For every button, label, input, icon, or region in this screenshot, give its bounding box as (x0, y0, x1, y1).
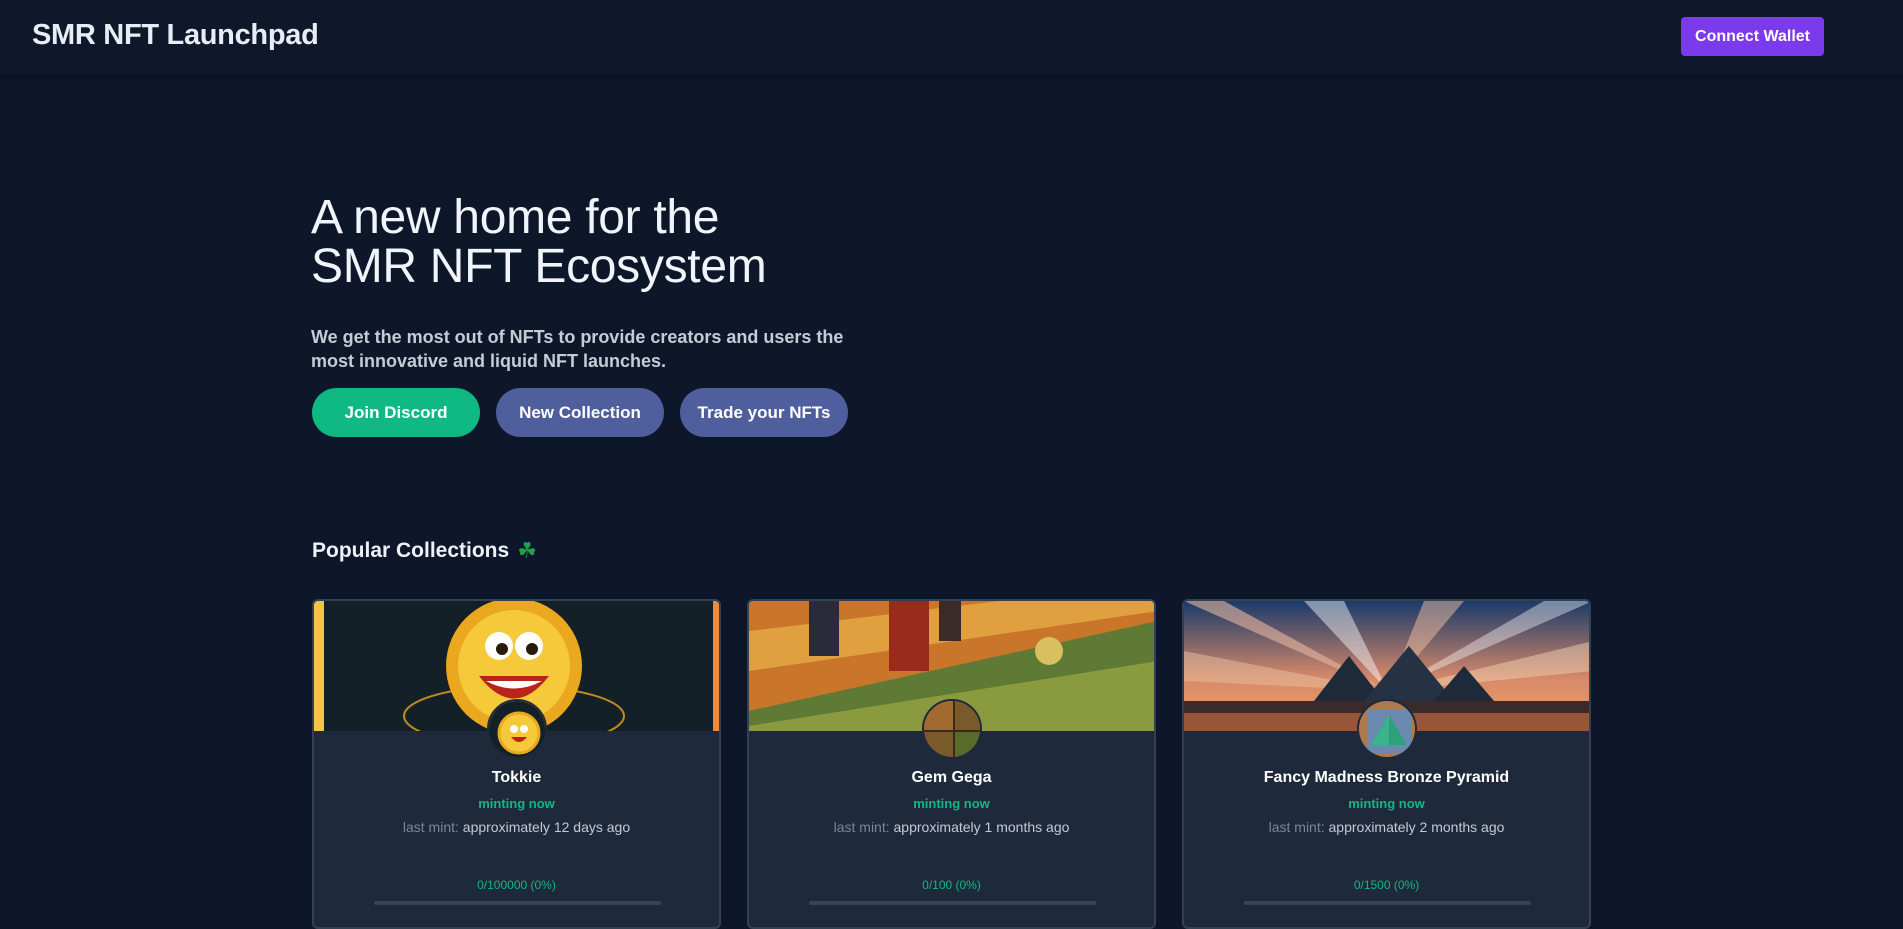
collection-avatar (921, 699, 982, 759)
trade-nfts-button[interactable]: Trade your NFTs (680, 388, 848, 437)
last-mint: last mint: approximately 2 months ago (1184, 819, 1589, 835)
last-mint-label: last mint: (1268, 819, 1325, 835)
last-mint-value: approximately 12 days ago (462, 819, 631, 835)
mint-progress-text: 0/100 (0%) (922, 878, 981, 892)
collection-name: Gem Gega (911, 769, 992, 786)
last-mint: last mint: approximately 1 months ago (749, 819, 1154, 835)
last-mint-label: last mint: (402, 819, 459, 835)
collection-name: Tokkie (491, 769, 542, 786)
last-mint-label: last mint: (833, 819, 890, 835)
collection-card-gem-gega[interactable]: Gem Gega minting now last mint: approxim… (747, 599, 1156, 929)
minting-status: minting now (1348, 796, 1425, 811)
popular-collections-heading: Popular Collections ☘ (312, 538, 537, 564)
collection-avatar (486, 699, 547, 759)
hero-title: A new home for the SMR NFT Ecosystem (311, 193, 871, 291)
last-mint: last mint: approximately 12 days ago (314, 819, 719, 835)
collection-avatar (1356, 699, 1417, 759)
hero-title-line-1: A new home for the (311, 191, 720, 244)
brand-title[interactable]: SMR NFT Launchpad (32, 19, 319, 52)
collection-card-tokkie[interactable]: Tokkie minting now last mint: approximat… (312, 599, 721, 929)
collection-name: Fancy Madness Bronze Pyramid (1263, 769, 1510, 786)
collection-card-fancy-madness-bronze-pyramid[interactable]: Fancy Madness Bronze Pyramid minting now… (1182, 599, 1591, 929)
mint-progress-text: 0/1500 (0%) (1353, 878, 1420, 892)
four-leaf-clover-icon: ☘ (517, 538, 537, 563)
hero-actions: Join Discord New Collection Trade your N… (312, 388, 848, 437)
last-mint-value: approximately 1 months ago (893, 819, 1070, 835)
minting-status: minting now (478, 796, 555, 811)
top-header: SMR NFT Launchpad Connect Wallet (0, 0, 1903, 75)
hero-subtitle: We get the most out of NFTs to provide c… (311, 327, 844, 371)
connect-wallet-button[interactable]: Connect Wallet (1681, 17, 1824, 56)
mint-progress-bar (374, 901, 661, 905)
new-collection-button[interactable]: New Collection (496, 388, 664, 437)
mint-progress-bar (1244, 901, 1531, 905)
join-discord-button[interactable]: Join Discord (312, 388, 480, 437)
hero-title-line-2: SMR NFT Ecosystem (311, 240, 767, 293)
last-mint-value: approximately 2 months ago (1328, 819, 1505, 835)
minting-status: minting now (913, 796, 990, 811)
popular-collections-title: Popular Collections (312, 539, 510, 562)
mint-progress-bar (809, 901, 1096, 905)
mint-progress-text: 0/100000 (0%) (477, 878, 556, 892)
